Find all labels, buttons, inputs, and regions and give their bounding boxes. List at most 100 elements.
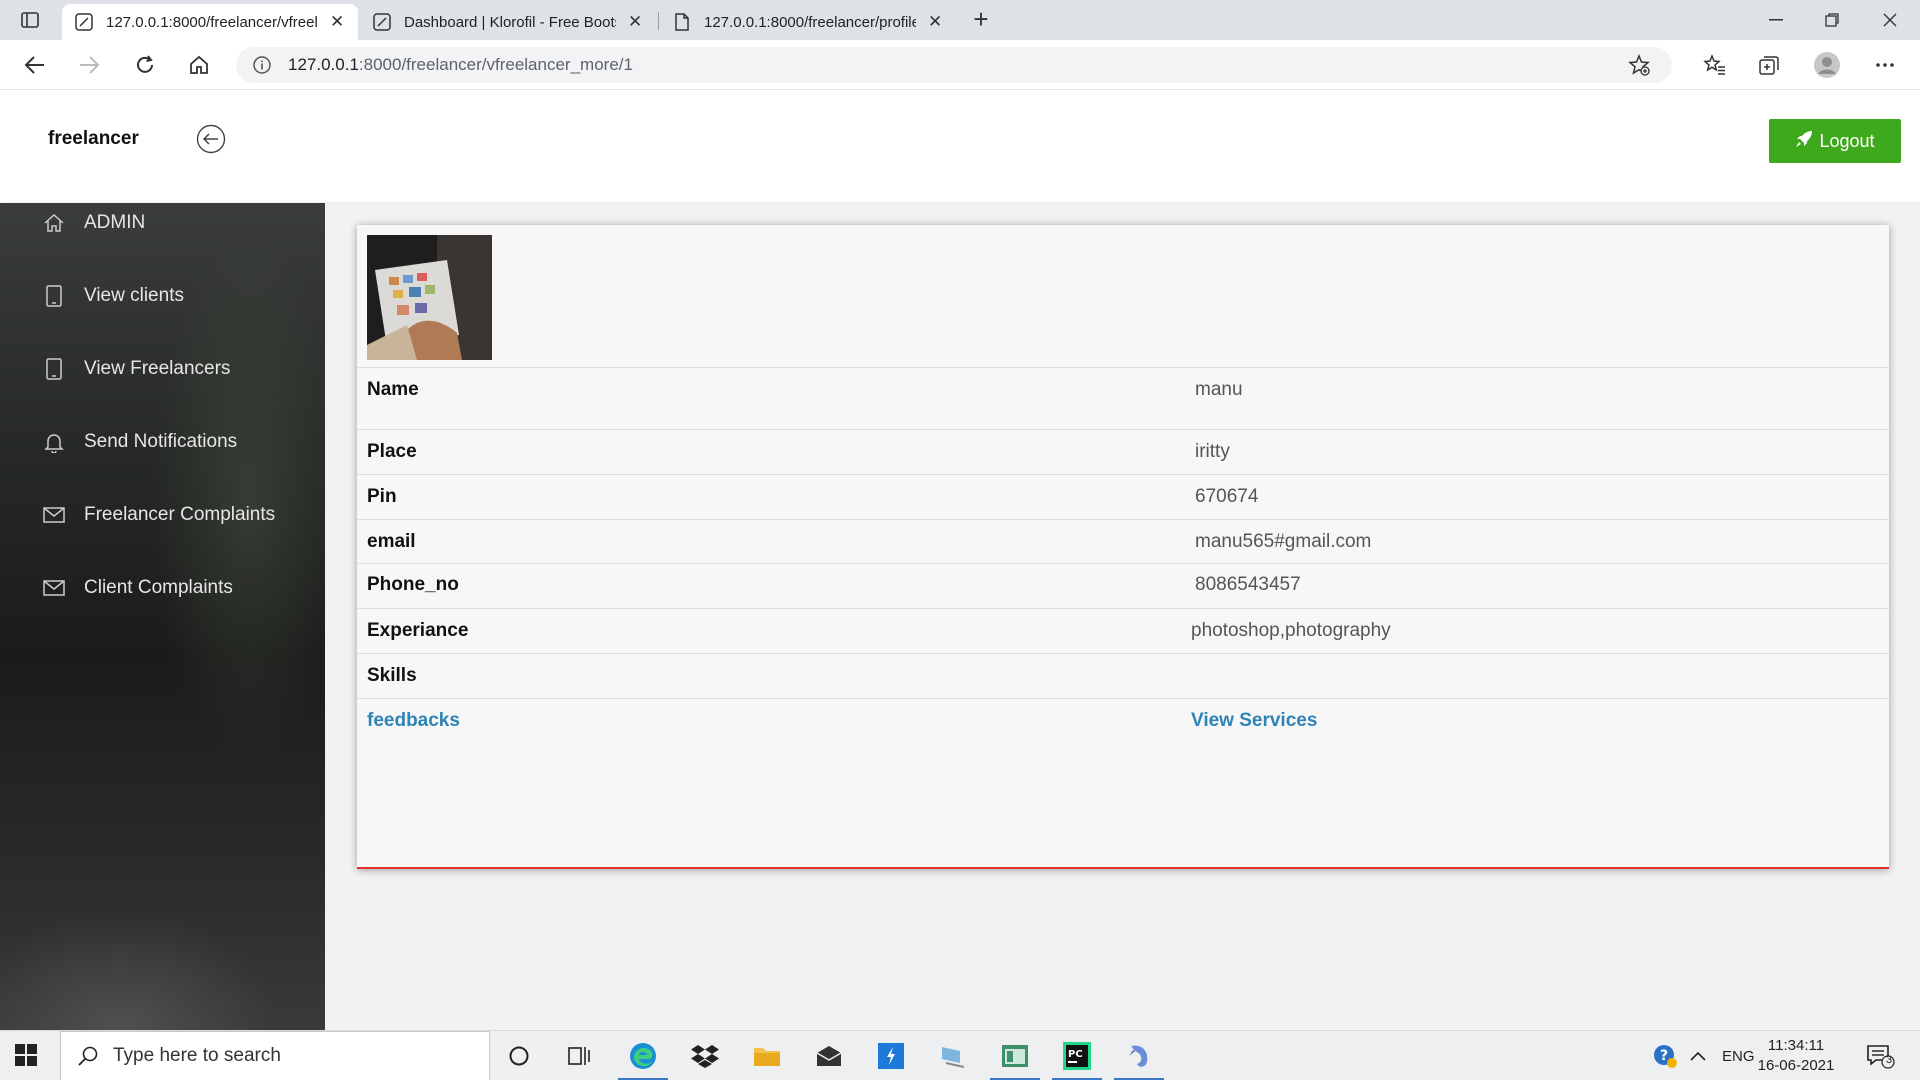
app-window-icon[interactable] xyxy=(986,1031,1044,1080)
sidebar-item-view-clients[interactable]: View clients xyxy=(0,276,325,316)
detail-row-email: email manu565#gmail.com xyxy=(357,519,1889,563)
back-button[interactable] xyxy=(18,50,52,80)
windows-taskbar: Type here to search PC ? ENG 11:34:11 16… xyxy=(0,1030,1920,1080)
help-icon[interactable]: ? xyxy=(1652,1031,1678,1080)
main-content: Name manu Place iritty Pin 670674 email … xyxy=(325,203,1920,1030)
svg-text:PC: PC xyxy=(1068,1049,1083,1060)
document-icon xyxy=(672,12,692,32)
detail-row-skills: Skills xyxy=(357,653,1889,698)
more-options-icon[interactable] xyxy=(1868,50,1902,80)
sidebar-item-label: Client Complaints xyxy=(84,577,233,598)
logout-label: Logout xyxy=(1819,130,1875,151)
clock-date: 16-06-2021 xyxy=(1757,1057,1835,1074)
detail-row-phone: Phone_no 8086543457 xyxy=(357,563,1889,608)
refresh-button[interactable] xyxy=(128,50,162,80)
field-label: Place xyxy=(367,441,417,462)
sidebar-item-label: View clients xyxy=(84,285,184,306)
close-window-button[interactable] xyxy=(1862,0,1918,40)
tab-dashboard-klorofil[interactable]: Dashboard | Klorofil - Free Bootstrap Da… xyxy=(360,4,656,40)
home-button[interactable] xyxy=(182,50,216,80)
url-host: 127.0.0.1 xyxy=(288,55,359,74)
detail-row-pin: Pin 670674 xyxy=(357,474,1889,519)
envelope-icon xyxy=(42,576,66,600)
tab-title: 127.0.0.1:8000/freelancer/vfreelancer_mo… xyxy=(106,13,318,31)
field-label: Phone_no xyxy=(367,574,459,595)
mail-icon[interactable] xyxy=(800,1031,858,1080)
svg-text:?: ? xyxy=(1660,1048,1668,1064)
cortana-icon[interactable] xyxy=(490,1031,548,1080)
search-placeholder: Type here to search xyxy=(113,1045,281,1066)
tablet-icon xyxy=(42,357,66,381)
envelope-icon xyxy=(42,503,66,527)
edge-browser-icon[interactable] xyxy=(614,1031,672,1080)
tablet-icon xyxy=(42,284,66,308)
bell-icon xyxy=(42,430,66,454)
app-header: freelancer Logout xyxy=(0,90,1920,202)
tab-separator xyxy=(658,12,659,30)
dropbox-icon[interactable] xyxy=(676,1031,734,1080)
sidebar-item-view-freelancers[interactable]: View Freelancers xyxy=(0,349,325,389)
new-tab-button[interactable]: + xyxy=(966,6,996,34)
power-automate-icon[interactable] xyxy=(862,1031,920,1080)
tab-close-icon[interactable]: ✕ xyxy=(926,12,944,32)
sidebar-item-label: View Freelancers xyxy=(84,358,231,379)
sidebar-item-client-complaints[interactable]: Client Complaints xyxy=(0,568,325,608)
view-services-link[interactable]: View Services xyxy=(1191,710,1317,732)
back-arrow-circle-icon[interactable] xyxy=(196,124,226,154)
network-computer-icon[interactable] xyxy=(924,1031,982,1080)
windows-start-icon[interactable] xyxy=(14,1043,38,1067)
notification-count: 3 xyxy=(1885,1054,1893,1066)
tab-freelancer-profile[interactable]: 127.0.0.1:8000/freelancer/profile ✕ xyxy=(660,4,956,40)
profile-photo xyxy=(367,235,492,360)
detail-row-links: feedbacks View Services xyxy=(357,698,1889,778)
address-bar[interactable]: 127.0.0.1:8000/freelancer/vfreelancer_mo… xyxy=(236,47,1672,83)
sidebar-item-label: ADMIN xyxy=(84,212,146,233)
taskbar-search[interactable]: Type here to search xyxy=(60,1031,490,1080)
logout-button[interactable]: Logout xyxy=(1769,119,1901,163)
detail-row-place: Place iritty xyxy=(357,429,1889,474)
profile-avatar-icon[interactable] xyxy=(1810,50,1844,80)
language-indicator[interactable]: ENG xyxy=(1722,1031,1755,1080)
favorites-icon[interactable] xyxy=(1698,50,1732,80)
url-path: :8000/freelancer/vfreelancer_more/1 xyxy=(358,55,633,74)
tab-title: Dashboard | Klorofil - Free Bootstrap Da… xyxy=(404,13,616,31)
clock-time: 11:34:11 xyxy=(1767,1037,1825,1054)
forward-button[interactable] xyxy=(72,50,106,80)
home-icon xyxy=(42,211,66,235)
minimize-button[interactable] xyxy=(1748,0,1804,40)
sidebar-item-freelancer-complaints[interactable]: Freelancer Complaints xyxy=(0,495,325,535)
restore-button[interactable] xyxy=(1804,0,1860,40)
browser-tab-bar: 127.0.0.1:8000/freelancer/vfreelancer_mo… xyxy=(0,0,1920,40)
tab-actions-icon[interactable] xyxy=(16,8,44,32)
field-label: Experiance xyxy=(367,620,469,641)
dolphin-app-icon[interactable] xyxy=(1110,1031,1168,1080)
browser-toolbar: 127.0.0.1:8000/freelancer/vfreelancer_mo… xyxy=(0,40,1920,90)
sidebar-item-admin[interactable]: ADMIN xyxy=(0,203,325,243)
tab-vfreelancer-more[interactable]: 127.0.0.1:8000/freelancer/vfreelancer_mo… xyxy=(62,4,358,40)
sidebar-item-send-notifications[interactable]: Send Notifications xyxy=(0,422,325,462)
tab-close-icon[interactable]: ✕ xyxy=(626,12,644,32)
field-value: manu xyxy=(1195,379,1243,400)
detail-row-experience: Experiance photoshop,photography xyxy=(357,608,1889,653)
field-value: 8086543457 xyxy=(1195,574,1301,595)
feedbacks-link[interactable]: feedbacks xyxy=(367,710,460,732)
page-favicon-icon xyxy=(372,12,392,32)
field-label: Name xyxy=(367,379,419,400)
pycharm-icon[interactable]: PC xyxy=(1048,1031,1106,1080)
sidebar-item-label: Freelancer Complaints xyxy=(84,504,276,525)
tab-close-icon[interactable]: ✕ xyxy=(328,12,346,32)
add-favorite-icon[interactable] xyxy=(1628,54,1650,81)
page-favicon-icon xyxy=(74,12,94,32)
field-value: iritty xyxy=(1195,441,1230,462)
task-view-icon[interactable] xyxy=(550,1031,608,1080)
system-clock[interactable]: 11:34:11 16-06-2021 xyxy=(1752,1036,1840,1076)
brand-title: freelancer xyxy=(48,128,139,149)
collections-icon[interactable] xyxy=(1752,50,1786,80)
field-value: manu565#gmail.com xyxy=(1195,531,1372,552)
sidebar: ADMIN View clients View Freelancers Send… xyxy=(0,203,325,1030)
field-label: Pin xyxy=(367,486,397,507)
file-explorer-icon[interactable] xyxy=(738,1031,796,1080)
site-info-icon[interactable] xyxy=(252,55,272,75)
notification-center-icon[interactable]: 3 xyxy=(1866,1031,1896,1080)
show-hidden-icons-chevron-up-icon[interactable] xyxy=(1690,1031,1706,1080)
